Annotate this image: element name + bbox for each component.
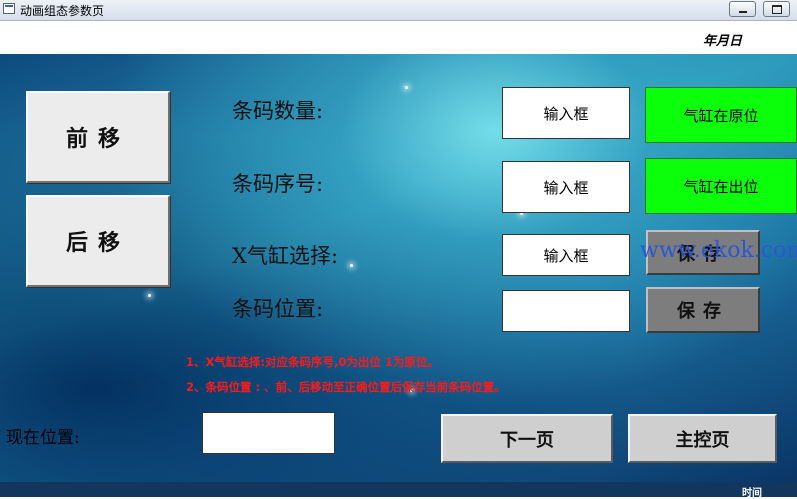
- background-sparkle: [148, 294, 151, 297]
- maximize-icon: [764, 2, 789, 16]
- x-cylinder-select-label: X气缸选择:: [232, 244, 339, 268]
- parameter-panel: 前移 后移 条码数量: 条码序号: X气缸选择: 条码位置: 输入框 输入框 输…: [0, 54, 797, 482]
- current-position-display: [202, 412, 335, 454]
- title-bar: 动画组态参数页: [0, 0, 797, 21]
- main-control-button[interactable]: 主控页: [628, 414, 777, 463]
- current-position-label: 现在位置:: [6, 428, 80, 448]
- minimize-icon: [730, 2, 755, 16]
- move-forward-button[interactable]: 前移: [26, 91, 170, 183]
- instruction-note: 1、X气缸选择:对应条码序号,0为出位 1为原位。: [186, 355, 439, 369]
- barcode-position-input[interactable]: [502, 290, 630, 332]
- cylinder-home-indicator: 气缸在原位: [645, 87, 797, 143]
- background-sparkle: [350, 264, 353, 267]
- background-sparkle: [405, 86, 408, 89]
- cylinder-out-indicator: 气缸在出位: [645, 158, 797, 214]
- next-page-button[interactable]: 下一页: [441, 414, 613, 463]
- barcode-count-input[interactable]: 输入框: [502, 87, 630, 139]
- watermark-text: www.ekok.com: [640, 238, 797, 263]
- barcode-position-label: 条码位置:: [232, 297, 324, 321]
- maximize-button[interactable]: [763, 1, 790, 17]
- barcode-count-label: 条码数量:: [232, 99, 324, 123]
- app-window-icon: [3, 3, 15, 14]
- move-backward-button[interactable]: 后移: [26, 195, 170, 287]
- minimize-button[interactable]: [729, 1, 756, 17]
- save-position-button[interactable]: 保存: [646, 287, 760, 333]
- instruction-note: 2、条码位置 : 、前、后移动至正确位置后保存当前条码位置。: [186, 380, 506, 394]
- window-title: 动画组态参数页: [20, 4, 105, 18]
- barcode-serial-label: 条码序号:: [232, 172, 324, 196]
- date-header: 年月日: [0, 21, 797, 54]
- x-cylinder-select-input[interactable]: 输入框: [502, 234, 630, 276]
- status-bar: 时间: [0, 482, 797, 499]
- date-label: 年月日: [703, 34, 743, 49]
- barcode-serial-input[interactable]: 输入框: [502, 161, 630, 213]
